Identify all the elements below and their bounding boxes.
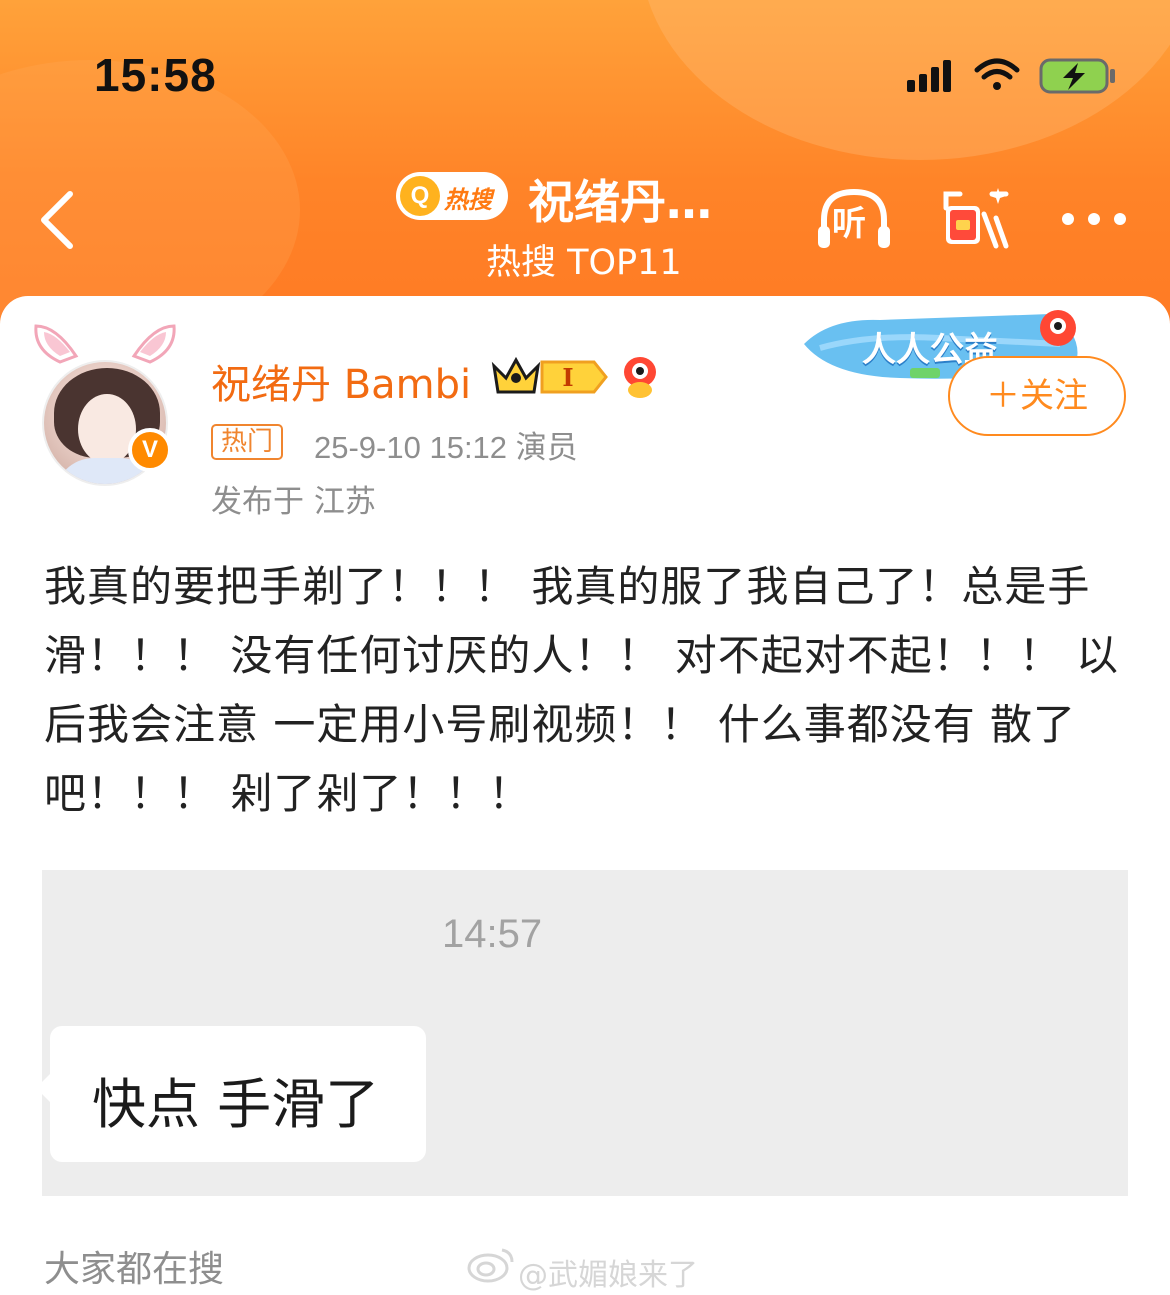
post-location: 发布于 江苏 <box>211 484 376 520</box>
weibo-post-screen: 15:58 Q 热搜 祝绪丹… 热搜 TOP11 听 V 祝绪丹 Bambi I… <box>0 0 1170 1295</box>
attached-chat-screenshot[interactable]: 14:57 快点 手滑了 <box>36 870 1128 1196</box>
more-options-icon[interactable] <box>1058 204 1130 234</box>
verified-badge: V <box>128 428 172 472</box>
bunny-ears-icon <box>34 324 176 364</box>
listen-button[interactable]: 听 <box>814 184 894 254</box>
chat-message-text: 快点 手滑了 <box>92 1073 380 1136</box>
status-icons <box>907 58 1115 94</box>
hot-search-badge: Q 热搜 <box>396 172 508 220</box>
nav-subtitle: 热搜 TOP11 <box>486 243 682 283</box>
battery-charging-icon <box>1039 58 1115 94</box>
post-body-text: 我真的要把手剃了！！！ 我真的服了我自己了！总是手滑！！！ 没有任何讨厌的人！！… <box>44 562 1120 818</box>
user-name[interactable]: 祝绪丹 Bambi <box>211 352 471 410</box>
weibo-logo-icon <box>467 1248 514 1283</box>
hot-tag: 热门 <box>211 424 284 460</box>
user-avatar-group[interactable]: V <box>30 316 180 486</box>
nav-title: 祝绪丹… <box>528 175 712 229</box>
listen-label: 听 <box>832 204 866 244</box>
chat-message-bubble: 快点 手滑了 <box>36 1026 426 1162</box>
red-packet-search-icon[interactable] <box>940 184 1012 254</box>
nav-title-block[interactable]: Q 热搜 祝绪丹… 热搜 TOP11 <box>396 166 776 286</box>
everyone-searching-label: 大家都在搜 <box>44 1249 225 1290</box>
status-time: 15:58 <box>94 49 217 101</box>
hot-search-icon: Q <box>400 176 440 216</box>
weibo-watermark: @武媚娘来了 <box>466 1244 726 1293</box>
watermark-text: @武媚娘来了 <box>518 1258 698 1293</box>
hot-search-label: 热搜 <box>444 186 492 214</box>
post-meta: 25-9-10 15:12 演员 <box>314 430 578 465</box>
wifi-icon <box>974 58 1020 90</box>
follow-button[interactable]: ＋关注 <box>948 356 1126 436</box>
cellular-signal-icon <box>907 60 951 92</box>
chat-timestamp: 14:57 <box>442 912 543 956</box>
level-badge-text: I <box>562 363 573 392</box>
crown-member-badge-icon: I <box>491 356 608 394</box>
back-chevron-icon[interactable] <box>34 188 80 252</box>
weibo-mascot-icon <box>624 357 656 398</box>
